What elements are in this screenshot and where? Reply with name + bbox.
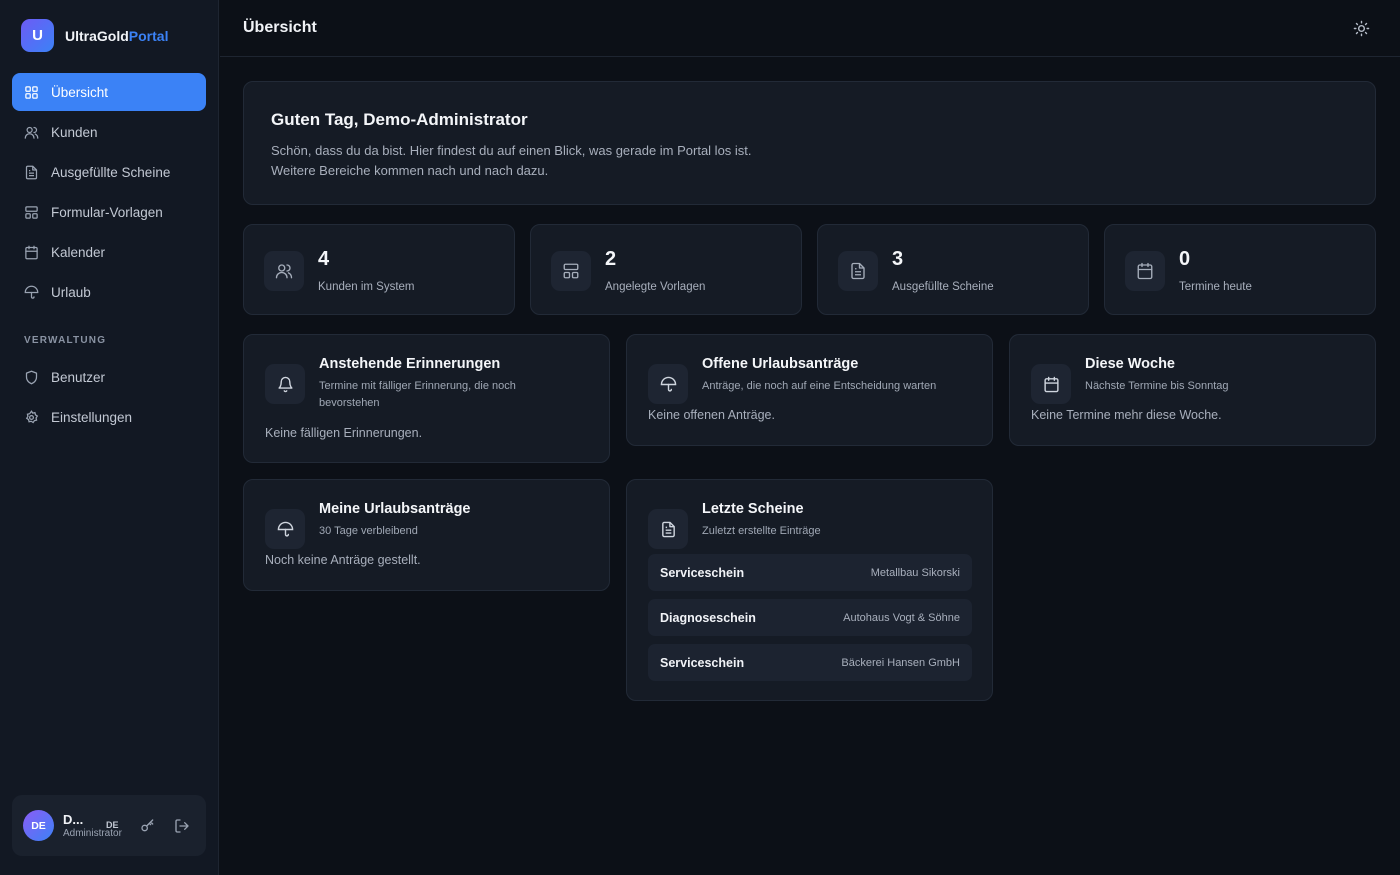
umbrella-icon: [648, 364, 688, 404]
slip-type: Serviceschein: [660, 565, 745, 580]
sidebar-item-benutzer[interactable]: Benutzer: [12, 358, 206, 396]
stat-label: Kunden im System: [318, 281, 415, 293]
sidebar-item-label: Urlaub: [51, 284, 91, 300]
stat-value: 0: [1179, 248, 1191, 270]
sidebar-section-label: VERWALTUNG: [24, 335, 107, 346]
page-title: Übersicht: [243, 19, 317, 36]
card-title: Anstehende Erinnerungen: [319, 356, 501, 372]
card-title: Letzte Scheine: [702, 501, 804, 517]
shield-icon: [24, 370, 39, 385]
stat-card-slips[interactable]: 3 Ausgefüllte Scheine: [817, 224, 1089, 315]
empty-state: Keine Termine mehr diese Woche.: [1031, 408, 1222, 422]
document-icon: [648, 509, 688, 549]
top-header: Übersicht: [220, 0, 1400, 57]
stat-card-appointments[interactable]: 0 Termine heute: [1104, 224, 1376, 315]
stat-value: 3: [892, 248, 904, 270]
sidebar-item-label: Übersicht: [51, 84, 109, 100]
welcome-title: Guten Tag, Demo-Administrator: [271, 110, 528, 129]
brand[interactable]: U UltraGoldPortal: [21, 19, 168, 52]
slip-customer: Autohaus Vogt & Söhne: [843, 611, 960, 624]
sidebar-item-label: Benutzer: [51, 369, 106, 385]
welcome-text-1: Schön, dass du da bist. Hier findest du …: [271, 143, 752, 158]
document-icon: [838, 251, 878, 291]
key-icon[interactable]: [140, 818, 156, 834]
bell-icon: [265, 364, 305, 404]
stat-value: 2: [605, 248, 617, 270]
this-week-card: Diese Woche Nächste Termine bis Sonntag …: [1009, 334, 1376, 446]
card-title: Meine Urlaubsanträge: [319, 501, 471, 517]
brand-name: UltraGoldPortal: [65, 27, 169, 44]
umbrella-icon: [24, 285, 39, 300]
sidebar-item-urlaub[interactable]: Urlaub: [12, 273, 206, 311]
card-title: Offene Urlaubsanträge: [702, 356, 859, 372]
open-requests-card: Offene Urlaubsanträge Anträge, die noch …: [626, 334, 993, 446]
welcome-text-2: Weitere Bereiche kommen nach und nach da…: [271, 163, 549, 178]
list-item[interactable]: Serviceschein Bäckerei Hansen GmbH: [648, 644, 972, 681]
card-subtitle: Zuletzt erstellte Einträge: [702, 525, 821, 537]
sidebar-item-kalender[interactable]: Kalender: [12, 233, 206, 271]
card-title: Diese Woche: [1085, 356, 1175, 372]
my-requests-card: Meine Urlaubsanträge 30 Tage verbleibend…: [243, 479, 610, 591]
calendar-icon: [1031, 364, 1071, 404]
stat-label: Ausgefüllte Scheine: [892, 281, 994, 293]
sidebar-item-label: Kunden: [51, 124, 98, 140]
stat-label: Angelegte Vorlagen: [605, 281, 706, 293]
card-subtitle: Anträge, die noch auf eine Entscheidung …: [702, 380, 937, 392]
sidebar-item-label: Formular-Vorlagen: [51, 204, 163, 220]
language-switch[interactable]: DE: [106, 820, 119, 830]
stat-label: Termine heute: [1179, 281, 1252, 293]
slip-type: Diagnoseschein: [660, 610, 756, 625]
recent-slips-card: Letzte Scheine Zuletzt erstellte Einträg…: [626, 479, 993, 701]
template-icon: [24, 205, 39, 220]
list-item[interactable]: Serviceschein Metallbau Sikorski: [648, 554, 972, 591]
slip-customer: Bäckerei Hansen GmbH: [841, 656, 960, 669]
sidebar-item-einstellungen[interactable]: Einstellungen: [12, 398, 206, 436]
brand-logo: U: [21, 19, 54, 52]
calendar-icon: [1125, 251, 1165, 291]
reminders-card: Anstehende Erinnerungen Termine mit fäll…: [243, 334, 610, 463]
stat-card-templates[interactable]: 2 Angelegte Vorlagen: [530, 224, 802, 315]
card-subtitle: Termine mit fälliger Erinnerung, die noc…: [319, 380, 516, 409]
sidebar: U UltraGoldPortal Übersicht Kunden Ausge…: [0, 0, 219, 875]
sidebar-item-kunden[interactable]: Kunden: [12, 113, 206, 151]
card-subtitle: 30 Tage verbleibend: [319, 525, 418, 537]
logout-icon[interactable]: [174, 818, 190, 834]
avatar[interactable]: DE: [23, 810, 54, 841]
sidebar-item-label: Einstellungen: [51, 409, 133, 425]
users-icon: [24, 125, 39, 140]
slip-customer: Metallbau Sikorski: [870, 566, 960, 579]
sidebar-item-label: Kalender: [51, 244, 106, 260]
umbrella-icon: [265, 509, 305, 549]
sidebar-item-vorlagen[interactable]: Formular-Vorlagen: [12, 193, 206, 231]
document-icon: [24, 165, 39, 180]
empty-state: Keine fälligen Erinnerungen.: [265, 426, 423, 440]
sun-icon[interactable]: [1353, 20, 1370, 37]
list-item[interactable]: Diagnoseschein Autohaus Vogt & Söhne: [648, 599, 972, 636]
users-icon: [264, 251, 304, 291]
sidebar-item-label: Ausgefüllte Scheine: [51, 164, 171, 180]
stat-card-customers[interactable]: 4 Kunden im System: [243, 224, 515, 315]
sidebar-nav: Übersicht Kunden Ausgefüllte Scheine For…: [12, 73, 206, 438]
welcome-card: Guten Tag, Demo-Administrator Schön, das…: [243, 81, 1376, 205]
user-card: DE D... Administrator DE: [12, 795, 206, 856]
empty-state: Noch keine Anträge gestellt.: [265, 553, 421, 567]
sidebar-item-scheine[interactable]: Ausgefüllte Scheine: [12, 153, 206, 191]
calendar-icon: [24, 245, 39, 260]
stat-value: 4: [318, 248, 330, 270]
slip-type: Serviceschein: [660, 655, 745, 670]
empty-state: Keine offenen Anträge.: [648, 408, 775, 422]
gear-icon: [24, 409, 39, 425]
card-subtitle: Nächste Termine bis Sonntag: [1085, 380, 1229, 392]
grid-icon: [24, 85, 39, 100]
template-icon: [551, 251, 591, 291]
sidebar-item-uebersicht[interactable]: Übersicht: [12, 73, 206, 111]
